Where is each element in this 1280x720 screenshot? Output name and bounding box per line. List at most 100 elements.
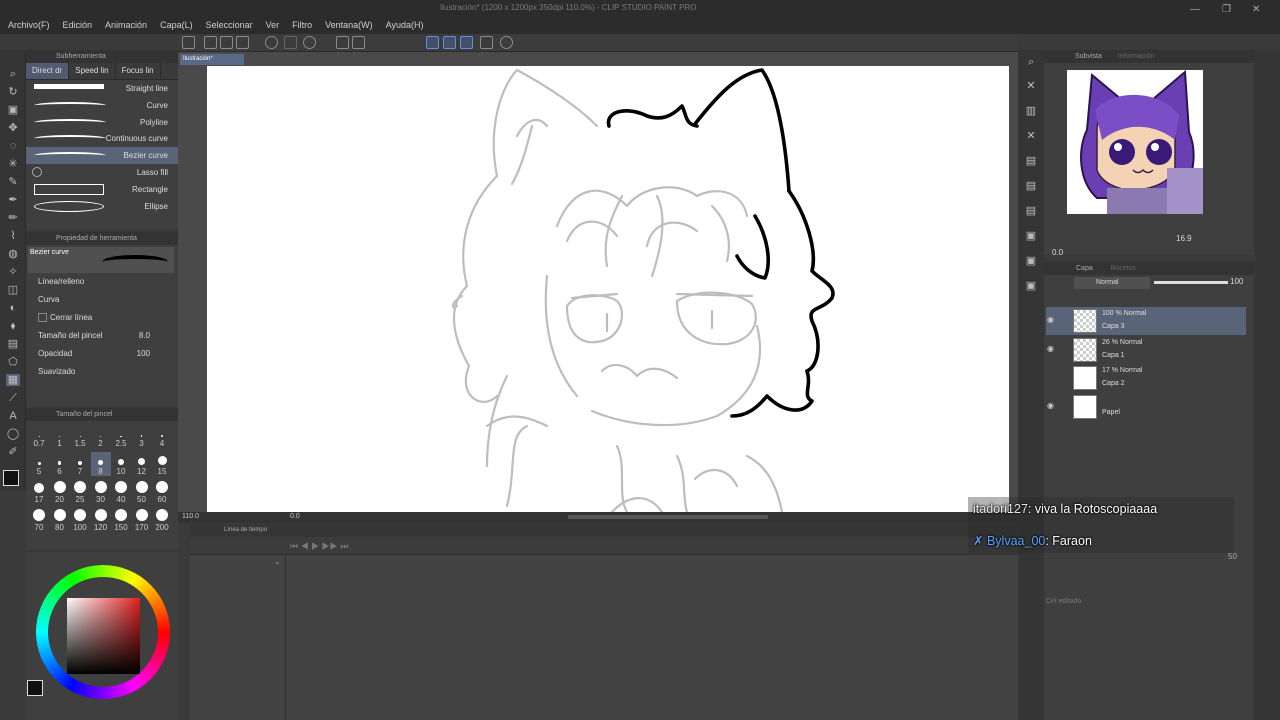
close-line-checkbox[interactable]: [38, 313, 47, 323]
subview-zoom-value[interactable]: 16.9: [1176, 234, 1192, 243]
help-icon[interactable]: [500, 36, 513, 49]
search-icon[interactable]: ⌕: [1024, 56, 1038, 68]
play-controls-icon[interactable]: ⏮ ◀ ▶ ▶▶ ⏭: [290, 541, 348, 552]
subtool-continuous-curve[interactable]: Continuous curve: [26, 130, 178, 147]
tab-subview[interactable]: Subvista: [1075, 53, 1102, 60]
gradient-icon[interactable]: ▤: [6, 338, 20, 350]
fill-tool-icon[interactable]: ⬧: [6, 320, 20, 332]
crop-icon[interactable]: [352, 36, 365, 49]
blend-tool-icon[interactable]: ◐: [6, 302, 20, 314]
menu-archivo[interactable]: Archivo(F): [0, 16, 55, 34]
brush-size-option[interactable]: 60: [152, 480, 172, 504]
magic-wand-icon[interactable]: ✳: [6, 158, 20, 170]
operation-tool-icon[interactable]: ▣: [6, 104, 20, 116]
tab-sketches[interactable]: Bocetos: [1111, 265, 1136, 272]
fill-icon[interactable]: [336, 36, 349, 49]
menu-filtro[interactable]: Filtro: [284, 16, 317, 34]
blend-mode-select[interactable]: Normal: [1074, 277, 1150, 289]
figure-tool-icon[interactable]: ⬠: [6, 356, 20, 368]
minimize-button[interactable]: —: [1190, 4, 1200, 15]
brush-size-option[interactable]: 2: [91, 424, 111, 448]
save-icon[interactable]: [236, 36, 249, 49]
brush-size-option[interactable]: 30: [91, 480, 111, 504]
menu-animacion[interactable]: Animación: [97, 16, 152, 34]
brush-size-option[interactable]: 4: [152, 424, 172, 448]
subtool-bezier-curve[interactable]: Bezier curve: [26, 147, 178, 164]
brush-size-option[interactable]: 1: [50, 424, 70, 448]
pencil-tool-icon[interactable]: ✏: [6, 212, 20, 224]
brush-size-option[interactable]: 8: [90, 452, 111, 476]
brush-size-option[interactable]: 15: [152, 452, 172, 476]
eye-icon[interactable]: ◉: [1047, 344, 1054, 353]
brush-size-option[interactable]: 80: [50, 508, 70, 532]
eye-icon[interactable]: ◉: [1047, 315, 1054, 324]
brush-size-option[interactable]: 70: [29, 508, 49, 532]
close-panel-icon[interactable]: ✕: [1024, 130, 1038, 142]
brush-size-option[interactable]: 12: [132, 452, 152, 476]
material-icon[interactable]: ✕: [1024, 80, 1038, 92]
brush-size-row[interactable]: Tamaño del pincel 8.0: [26, 327, 178, 345]
brush-size-option[interactable]: 40: [111, 480, 131, 504]
close-line-row[interactable]: Cerrar línea: [26, 309, 178, 327]
eraser-icon[interactable]: ◫: [6, 284, 20, 296]
ruler-tool-icon[interactable]: ⟋: [6, 392, 20, 404]
subtool-rectangle[interactable]: Rectangle: [26, 181, 178, 198]
animation-cel-icon[interactable]: ▣: [1024, 230, 1038, 242]
close-button[interactable]: ✕: [1252, 4, 1260, 15]
lasso-tool-icon[interactable]: ◌: [6, 140, 20, 152]
canvas-tab[interactable]: Ilustración*: [180, 54, 244, 65]
tab-information[interactable]: Información: [1118, 53, 1155, 60]
rotation-value[interactable]: 0.0: [290, 513, 300, 520]
line-correction-icon[interactable]: ✐: [6, 446, 20, 458]
layer-property-icon[interactable]: ▥: [1024, 105, 1038, 117]
brush-size-option[interactable]: 3: [132, 424, 152, 448]
subtool-polyline[interactable]: Polyline: [26, 114, 178, 131]
snap-special-ruler-icon[interactable]: [443, 36, 456, 49]
pen-tool-icon[interactable]: ✒: [6, 194, 20, 206]
brush-size-option[interactable]: 50: [132, 480, 152, 504]
layer-move-icon[interactable]: ✥: [6, 122, 20, 134]
brush-size-option[interactable]: 170: [132, 508, 152, 532]
frame-tool-icon[interactable]: ▦: [6, 374, 20, 386]
tab-speed-lines[interactable]: Speed lin: [69, 63, 116, 79]
eyedropper-icon[interactable]: ✎: [6, 176, 20, 188]
text-tool-icon[interactable]: A: [6, 410, 20, 422]
horizontal-scrollbar[interactable]: [568, 515, 768, 519]
subtool-straight-line[interactable]: Straight line: [26, 80, 178, 97]
menu-ventana[interactable]: Ventana(W): [317, 16, 378, 34]
device-icon[interactable]: [480, 36, 493, 49]
layer-opacity-value[interactable]: 100: [1230, 277, 1243, 286]
brush-size-option[interactable]: 120: [91, 508, 111, 532]
chevron-down-icon[interactable]: ⌄: [274, 557, 281, 566]
brush-size-option[interactable]: 1.5: [70, 424, 90, 448]
layer-row[interactable]: ◉ 26 % Normal Capa 1: [1046, 336, 1246, 364]
layer-row[interactable]: ◉ 100 % Normal Capa 3: [1046, 307, 1246, 335]
brush-size-option[interactable]: 150: [111, 508, 131, 532]
menu-seleccionar[interactable]: Seleccionar: [198, 16, 258, 34]
zoom-value[interactable]: 110.0: [182, 513, 199, 520]
color-set-icon[interactable]: ▣: [1024, 280, 1038, 292]
brush-size-option[interactable]: 10: [111, 452, 131, 476]
menu-ver[interactable]: Ver: [258, 16, 285, 34]
brush-size-option[interactable]: 5: [29, 452, 49, 476]
brush-size-option[interactable]: 100: [70, 508, 90, 532]
tab-direct-draw[interactable]: Direct dr: [26, 63, 70, 79]
clear-icon[interactable]: [303, 36, 316, 49]
foreground-color-swatch[interactable]: [27, 680, 43, 696]
saturation-value-square[interactable]: [67, 598, 140, 674]
layer-search-icon[interactable]: ▣: [1024, 255, 1038, 267]
line-fill-row[interactable]: Línea/relleno: [26, 273, 178, 291]
decoration-icon[interactable]: ✧: [6, 266, 20, 278]
menu-capa[interactable]: Capa(L): [152, 16, 198, 34]
opacity-row[interactable]: Opacidad 100: [26, 345, 178, 363]
smoothing-row[interactable]: Suavizado: [26, 363, 178, 381]
brush-size-option[interactable]: 20: [50, 480, 70, 504]
brush-tool-icon[interactable]: ⌇: [6, 230, 20, 242]
brush-size-option[interactable]: 2.5: [111, 424, 131, 448]
tab-focus-lines[interactable]: Focus lin: [116, 63, 161, 79]
curve-row[interactable]: Curva: [26, 291, 178, 309]
layer-row[interactable]: ◉ Papel: [1046, 393, 1246, 421]
layer-row[interactable]: 17 % Normal Capa 2: [1046, 364, 1246, 392]
move-tool-icon[interactable]: ↻: [6, 86, 20, 98]
brush-size-option[interactable]: 6: [50, 452, 70, 476]
